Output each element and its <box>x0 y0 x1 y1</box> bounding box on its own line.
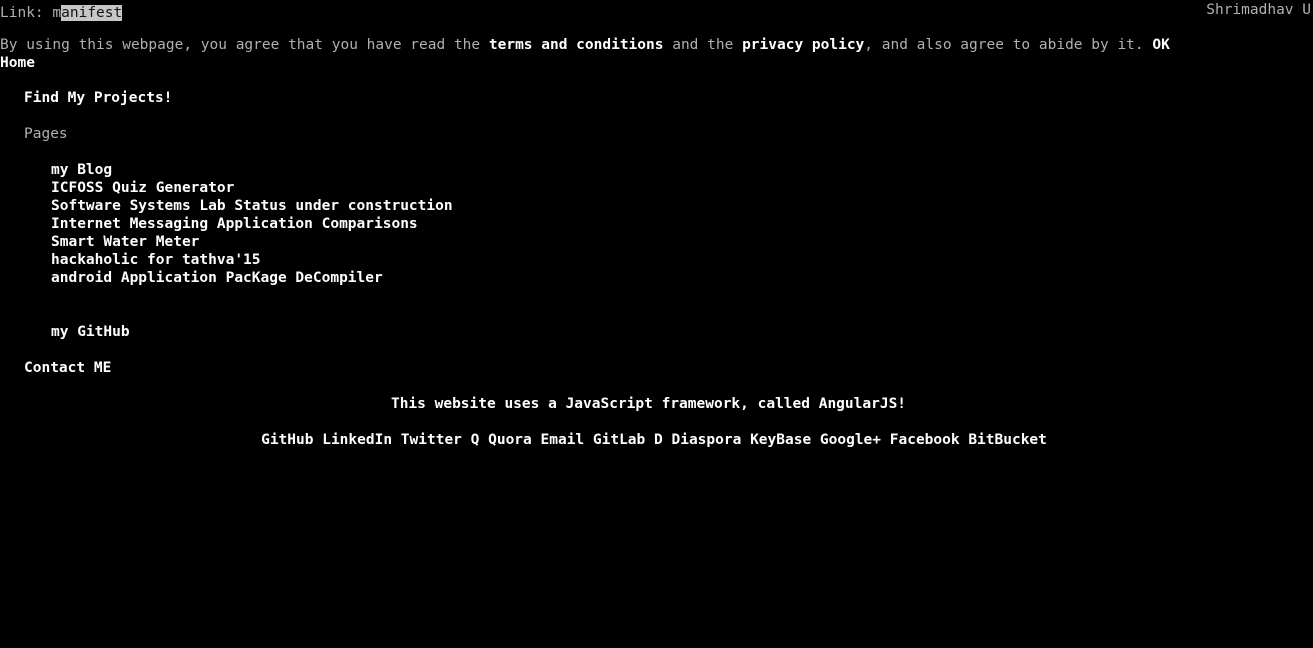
consent-text-part-1: By using this webpage, you agree that yo… <box>0 37 489 53</box>
consent-text-part-2: and the <box>663 37 743 53</box>
my-github-link[interactable]: my GitHub <box>51 323 130 341</box>
social-link-separator <box>881 432 890 448</box>
social-link[interactable]: Quora <box>488 432 532 448</box>
page-title[interactable]: Find My Projects! <box>24 89 172 107</box>
list-item[interactable]: Software Systems Lab Status under constr… <box>51 197 453 215</box>
framework-note: This website uses a JavaScript framework… <box>390 396 907 412</box>
social-link-separator <box>462 432 471 448</box>
social-link[interactable]: Google+ <box>820 432 881 448</box>
social-link[interactable]: Twitter <box>401 432 462 448</box>
consent-ok-button[interactable]: OK <box>1152 37 1169 53</box>
social-link-separator <box>479 432 488 448</box>
social-link[interactable]: Email <box>541 432 585 448</box>
status-bar-link-selected: anifest <box>61 5 123 21</box>
list-item[interactable]: Smart Water Meter <box>51 233 453 251</box>
social-link[interactable]: GitHub <box>261 432 313 448</box>
list-item[interactable]: android Application PacKage DeCompiler <box>51 269 453 287</box>
consent-banner: By using this webpage, you agree that yo… <box>0 36 1170 54</box>
social-link-separator <box>392 432 401 448</box>
home-link[interactable]: Home <box>0 54 35 72</box>
social-link-separator <box>741 432 750 448</box>
status-bar-link-unselected: m <box>52 5 62 21</box>
social-link-separator <box>584 432 593 448</box>
social-links-row: GitHub LinkedIn Twitter Q Quora Email Gi… <box>0 431 1308 449</box>
social-link-separator <box>532 432 541 448</box>
social-link[interactable]: BitBucket <box>968 432 1047 448</box>
consent-text-part-3: , and also agree to abide by it. <box>864 37 1153 53</box>
social-link[interactable]: Facebook <box>890 432 960 448</box>
terms-and-conditions-link[interactable]: terms and conditions <box>489 37 664 53</box>
contact-me-link[interactable]: Contact ME <box>24 359 111 377</box>
social-link[interactable]: KeyBase <box>750 432 811 448</box>
social-link-separator <box>811 432 820 448</box>
user-label: Shrimadhav U <box>1206 2 1311 18</box>
list-item[interactable]: Internet Messaging Application Compariso… <box>51 215 453 233</box>
pages-section-label: Pages <box>24 126 68 142</box>
social-link[interactable]: GitLab <box>593 432 645 448</box>
pages-list: my Blog ICFOSS Quiz Generator Software S… <box>51 161 453 287</box>
social-link[interactable]: Diaspora <box>671 432 741 448</box>
status-bar-prefix: Link: <box>0 5 53 21</box>
social-link[interactable]: D <box>654 432 663 448</box>
privacy-policy-link[interactable]: privacy policy <box>742 37 864 53</box>
list-item[interactable]: my Blog <box>51 161 453 179</box>
list-item[interactable]: ICFOSS Quiz Generator <box>51 179 453 197</box>
social-link[interactable]: LinkedIn <box>322 432 392 448</box>
status-bar-link-target: Link: manifest <box>0 4 123 22</box>
social-link-separator <box>645 432 654 448</box>
list-item[interactable]: hackaholic for tathva'15 <box>51 251 453 269</box>
terminal-browser-screen: Link: manifest Shrimadhav U By using thi… <box>0 0 1313 648</box>
social-link-separator <box>313 432 322 448</box>
